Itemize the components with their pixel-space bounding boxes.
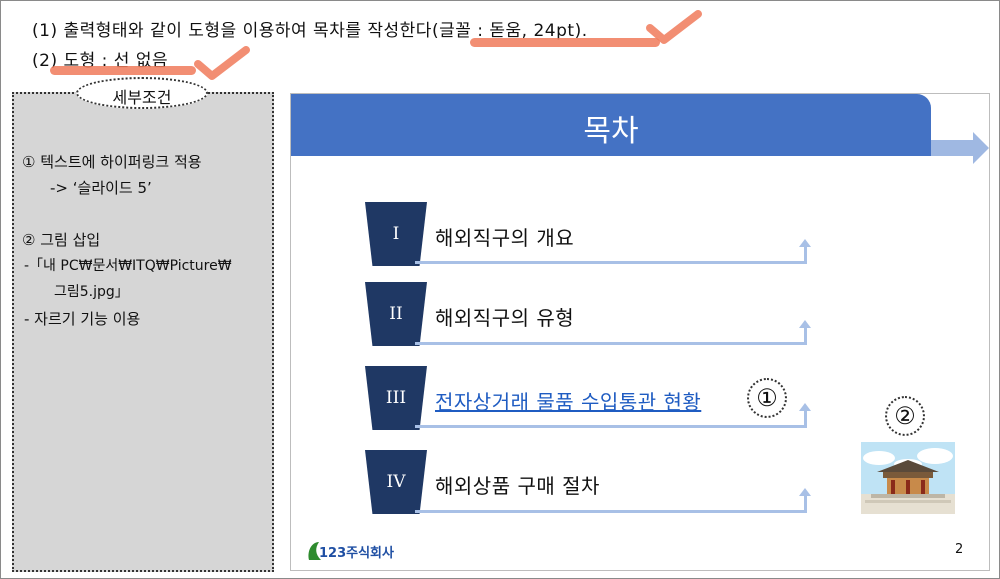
toc-number: IV: [386, 472, 406, 492]
slide-title: 목차: [583, 114, 639, 149]
header-arrow: [931, 140, 973, 156]
toc-item-text: 해외상품 구매 절차: [435, 474, 600, 498]
condition-picture-path: -「내 PC₩문서₩ITQ₩Picture₩: [24, 258, 232, 274]
toc-number: III: [385, 388, 407, 408]
condition-panel: ① 텍스트에 하이퍼링크 적용 -> ‘슬라이드 5’ ② 그림 삽입 -「내 …: [12, 92, 274, 572]
toc-item-link[interactable]: 전자상거래 물품 수입통관 현황: [435, 386, 701, 415]
panel-title: 세부조건: [112, 88, 172, 107]
toc-connector: [415, 342, 807, 345]
arrow-up-icon: [799, 239, 811, 247]
arrow-up-icon: [799, 488, 811, 496]
logo-text: 123주식회사: [319, 545, 394, 561]
company-logo: 123주식회사: [308, 542, 394, 561]
condition-crop: - 자르기 기능 이용: [24, 310, 141, 328]
condition-picture: ② 그림 삽입: [22, 231, 101, 249]
highlight-underline: [50, 66, 196, 75]
panel-title-badge: 세부조건: [76, 77, 208, 109]
condition-hyperlink-target: -> ‘슬라이드 5’: [50, 179, 152, 197]
toc-connector: [804, 246, 807, 264]
toc-connector: [804, 495, 807, 513]
check-mark-icon: [646, 10, 702, 44]
arrow-up-icon: [799, 403, 811, 411]
condition-hyperlink: ① 텍스트에 하이퍼링크 적용: [22, 153, 202, 171]
toc-connector: [415, 425, 807, 428]
page-number: 2: [955, 542, 964, 557]
toc-number: I: [392, 224, 400, 244]
toc-item-text: 해외직구의 개요: [435, 226, 575, 250]
palace-picture[interactable]: [861, 442, 955, 514]
header-arrow-head-icon: [973, 132, 989, 164]
arrow-up-icon: [799, 320, 811, 328]
toc-connector: [804, 327, 807, 345]
toc-connector: [415, 510, 807, 513]
toc-connector: [804, 410, 807, 428]
toc-number: II: [389, 304, 403, 324]
slide-header: 목차: [291, 94, 931, 156]
toc-item-text: 해외직구의 유형: [435, 306, 575, 330]
toc-connector: [415, 261, 807, 264]
highlight-underline: [470, 38, 660, 47]
slide: 목차 I 해외직구의 개요 II 해외직구의 유형 III 전자상거래 물품 수…: [290, 93, 990, 571]
marker-1: ①: [747, 378, 787, 418]
condition-picture-file: 그림5.jpg」: [54, 284, 129, 300]
check-mark-icon: [194, 46, 250, 80]
marker-2: ②: [885, 396, 925, 436]
